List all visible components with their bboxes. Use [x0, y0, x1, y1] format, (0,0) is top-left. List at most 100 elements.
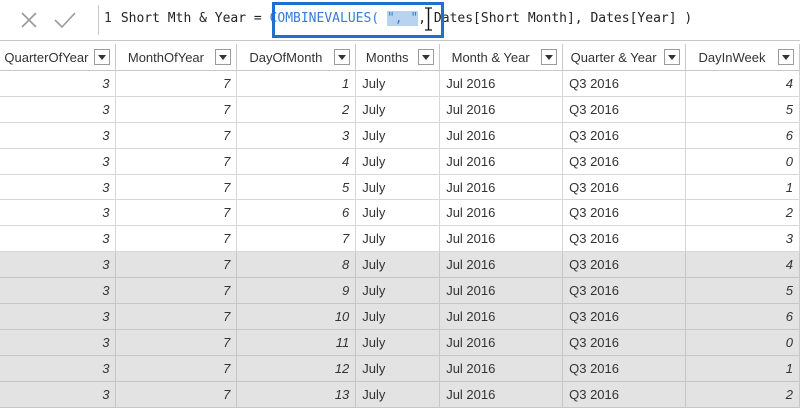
cell-months[interactable]: July — [355, 96, 441, 123]
cell-month-year[interactable]: Jul 2016 — [439, 199, 564, 227]
cell-month-year[interactable]: Jul 2016 — [439, 355, 564, 382]
cell-quarterofyear[interactable]: 3 — [0, 381, 117, 408]
cell-monthofyear[interactable]: 7 — [115, 329, 238, 356]
table-row[interactable]: 3 7 10 July Jul 2016 Q3 2016 6 — [0, 303, 800, 330]
cell-dayinweek[interactable]: 1 — [685, 174, 800, 201]
cell-dayofmonth[interactable]: 11 — [236, 329, 357, 356]
cell-month-year[interactable]: Jul 2016 — [439, 148, 564, 175]
cell-dayinweek[interactable]: 2 — [685, 381, 800, 408]
cell-months[interactable]: July — [355, 70, 441, 97]
cell-month-year[interactable]: Jul 2016 — [439, 329, 564, 356]
cell-quarter-year[interactable]: Q3 2016 — [562, 199, 687, 227]
cell-dayofmonth[interactable]: 5 — [236, 174, 357, 201]
cell-dayofmonth[interactable]: 3 — [236, 122, 357, 149]
table-row[interactable]: 3 7 4 July Jul 2016 Q3 2016 0 — [0, 148, 800, 175]
cell-monthofyear[interactable]: 7 — [115, 225, 238, 253]
table-row[interactable]: 3 7 5 July Jul 2016 Q3 2016 1 — [0, 174, 800, 201]
table-row[interactable]: 3 7 2 July Jul 2016 Q3 2016 5 — [0, 96, 800, 123]
cell-dayofmonth[interactable]: 12 — [236, 355, 357, 382]
cancel-button[interactable] — [14, 6, 44, 34]
cell-quarterofyear[interactable]: 3 — [0, 251, 117, 279]
filter-dropdown-button[interactable] — [418, 49, 435, 65]
table-row[interactable]: 3 7 13 July Jul 2016 Q3 2016 2 — [0, 381, 800, 408]
cell-month-year[interactable]: Jul 2016 — [439, 96, 564, 123]
cell-monthofyear[interactable]: 7 — [115, 96, 238, 123]
table-row[interactable]: 3 7 11 July Jul 2016 Q3 2016 0 — [0, 329, 800, 356]
cell-months[interactable]: July — [355, 355, 441, 382]
cell-months[interactable]: July — [355, 329, 441, 356]
cell-dayinweek[interactable]: 4 — [685, 70, 800, 97]
cell-quarter-year[interactable]: Q3 2016 — [562, 329, 687, 356]
filter-dropdown-button[interactable] — [94, 49, 111, 65]
cell-months[interactable]: July — [355, 251, 441, 279]
cell-monthofyear[interactable]: 7 — [115, 381, 238, 408]
column-header-monthofyear[interactable]: MonthOfYear — [115, 44, 238, 71]
cell-quarter-year[interactable]: Q3 2016 — [562, 174, 687, 201]
table-row[interactable]: 3 7 12 July Jul 2016 Q3 2016 1 — [0, 355, 800, 382]
cell-months[interactable]: July — [355, 225, 441, 253]
cell-month-year[interactable]: Jul 2016 — [439, 303, 564, 330]
cell-quarterofyear[interactable]: 3 — [0, 122, 117, 149]
cell-months[interactable]: July — [355, 303, 441, 330]
table-row[interactable]: 3 7 3 July Jul 2016 Q3 2016 6 — [0, 122, 800, 149]
cell-monthofyear[interactable]: 7 — [115, 174, 238, 201]
cell-dayinweek[interactable]: 0 — [685, 329, 800, 356]
cell-quarter-year[interactable]: Q3 2016 — [562, 277, 687, 305]
cell-quarterofyear[interactable]: 3 — [0, 199, 117, 227]
cell-dayinweek[interactable]: 2 — [685, 199, 800, 227]
cell-quarterofyear[interactable]: 3 — [0, 225, 117, 253]
cell-month-year[interactable]: Jul 2016 — [439, 122, 564, 149]
filter-dropdown-button[interactable] — [664, 49, 681, 65]
cell-quarterofyear[interactable]: 3 — [0, 277, 117, 305]
cell-quarter-year[interactable]: Q3 2016 — [562, 96, 687, 123]
cell-months[interactable]: July — [355, 381, 441, 408]
cell-quarter-year[interactable]: Q3 2016 — [562, 355, 687, 382]
cell-month-year[interactable]: Jul 2016 — [439, 277, 564, 305]
cell-quarterofyear[interactable]: 3 — [0, 174, 117, 201]
cell-monthofyear[interactable]: 7 — [115, 277, 238, 305]
table-row[interactable]: 3 7 6 July Jul 2016 Q3 2016 2 — [0, 199, 800, 227]
cell-quarterofyear[interactable]: 3 — [0, 329, 117, 356]
cell-dayinweek[interactable]: 6 — [685, 303, 800, 330]
filter-dropdown-button[interactable] — [778, 49, 794, 65]
cell-quarter-year[interactable]: Q3 2016 — [562, 225, 687, 253]
cell-quarterofyear[interactable]: 3 — [0, 96, 117, 123]
cell-month-year[interactable]: Jul 2016 — [439, 174, 564, 201]
cell-monthofyear[interactable]: 7 — [115, 70, 238, 97]
column-header-dayinweek[interactable]: DayInWeek — [685, 44, 800, 71]
cell-dayofmonth[interactable]: 1 — [236, 70, 357, 97]
filter-dropdown-button[interactable] — [215, 49, 232, 65]
cell-months[interactable]: July — [355, 122, 441, 149]
cell-month-year[interactable]: Jul 2016 — [439, 381, 564, 408]
column-header-quarter-year[interactable]: Quarter & Year — [562, 44, 687, 71]
cell-dayinweek[interactable]: 5 — [685, 277, 800, 305]
cell-quarter-year[interactable]: Q3 2016 — [562, 148, 687, 175]
cell-monthofyear[interactable]: 7 — [115, 122, 238, 149]
cell-dayofmonth[interactable]: 13 — [236, 381, 357, 408]
cell-month-year[interactable]: Jul 2016 — [439, 225, 564, 253]
cell-dayofmonth[interactable]: 10 — [236, 303, 357, 330]
cell-quarterofyear[interactable]: 3 — [0, 303, 117, 330]
cell-month-year[interactable]: Jul 2016 — [439, 70, 564, 97]
cell-quarterofyear[interactable]: 3 — [0, 355, 117, 382]
filter-dropdown-button[interactable] — [541, 49, 558, 65]
cell-monthofyear[interactable]: 7 — [115, 355, 238, 382]
cell-quarterofyear[interactable]: 3 — [0, 70, 117, 97]
cell-monthofyear[interactable]: 7 — [115, 199, 238, 227]
cell-dayofmonth[interactable]: 8 — [236, 251, 357, 279]
column-header-months[interactable]: Months — [355, 44, 441, 71]
cell-dayinweek[interactable]: 1 — [685, 355, 800, 382]
cell-quarter-year[interactable]: Q3 2016 — [562, 251, 687, 279]
table-row[interactable]: 3 7 8 July Jul 2016 Q3 2016 4 — [0, 251, 800, 279]
cell-months[interactable]: July — [355, 277, 441, 305]
cell-months[interactable]: July — [355, 148, 441, 175]
cell-month-year[interactable]: Jul 2016 — [439, 251, 564, 279]
cell-months[interactable]: July — [355, 199, 441, 227]
cell-quarter-year[interactable]: Q3 2016 — [562, 381, 687, 408]
filter-dropdown-button[interactable] — [334, 49, 351, 65]
cell-quarter-year[interactable]: Q3 2016 — [562, 303, 687, 330]
cell-quarterofyear[interactable]: 3 — [0, 148, 117, 175]
cell-months[interactable]: July — [355, 174, 441, 201]
cell-dayinweek[interactable]: 4 — [685, 251, 800, 279]
table-row[interactable]: 3 7 1 July Jul 2016 Q3 2016 4 — [0, 70, 800, 97]
